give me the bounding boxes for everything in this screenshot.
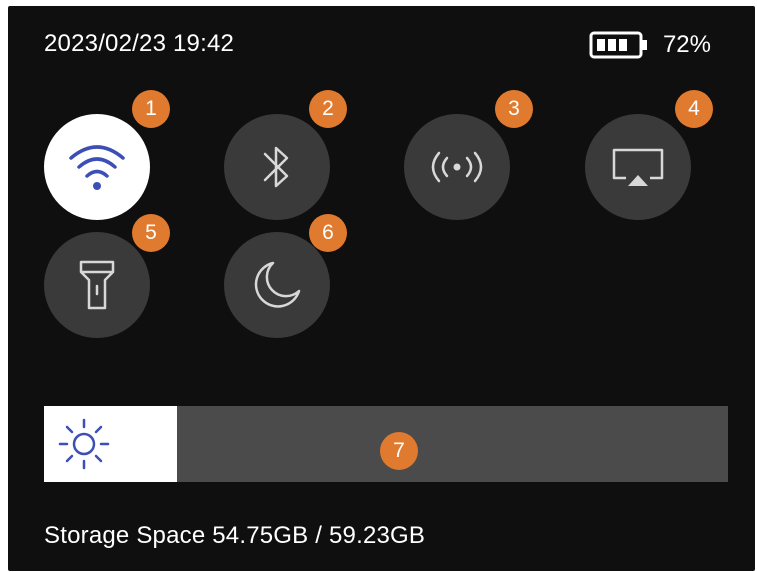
battery-icon xyxy=(589,31,647,59)
battery-percent: 72% xyxy=(662,31,711,58)
wifi-icon xyxy=(69,145,125,190)
flashlight-toggle[interactable] xyxy=(44,232,150,338)
bluetooth-toggle[interactable] xyxy=(224,114,330,220)
hotspot-toggle[interactable] xyxy=(404,114,510,220)
callout-badge-4: 4 xyxy=(675,90,713,128)
screen-cast-icon xyxy=(612,148,664,186)
quick-settings-panel: 2023/02/23 19:42 72% 1 2 3 4 5 6 7 Stora… xyxy=(8,6,755,571)
bluetooth-icon xyxy=(263,146,289,188)
callout-badge-1: 1 xyxy=(132,90,170,128)
callout-badge-3: 3 xyxy=(495,90,533,128)
storage-space-text: Storage Space 54.75GB / 59.23GB xyxy=(44,522,426,549)
wifi-toggle[interactable] xyxy=(44,114,150,220)
moon-icon xyxy=(254,261,301,308)
callout-badge-5: 5 xyxy=(132,214,170,252)
callout-badge-2: 2 xyxy=(309,90,347,128)
callout-badge-6: 6 xyxy=(309,214,347,252)
sun-icon xyxy=(58,418,110,470)
hotspot-icon xyxy=(431,151,483,183)
night-mode-toggle[interactable] xyxy=(224,232,330,338)
callout-badge-7: 7 xyxy=(380,432,418,470)
screen-cast-toggle[interactable] xyxy=(585,114,691,220)
flashlight-icon xyxy=(79,260,115,310)
datetime-text: 2023/02/23 19:42 xyxy=(44,30,235,57)
status-bar: 2023/02/23 19:42 72% xyxy=(8,6,755,86)
battery-indicator: 72% xyxy=(589,30,711,60)
